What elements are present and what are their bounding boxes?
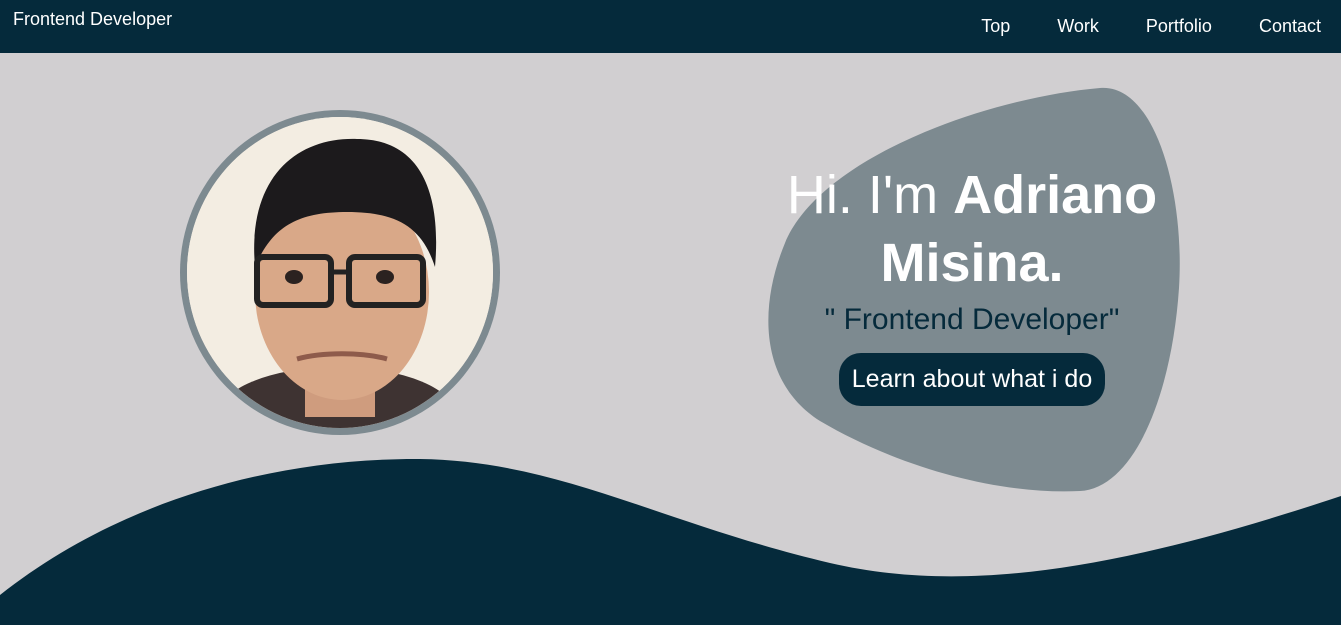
brand-link[interactable]: Frontend Developer — [13, 9, 172, 30]
nav-link-contact[interactable]: Contact — [1259, 16, 1321, 37]
nav-link-work[interactable]: Work — [1057, 16, 1099, 37]
hero-wave-shape — [0, 458, 1341, 625]
nav-link-top[interactable]: Top — [981, 16, 1010, 37]
nav-links: Top Work Portfolio Contact — [981, 0, 1341, 53]
hero-section: Hi. I'm Adriano Misina. " Frontend Devel… — [0, 53, 1341, 625]
navbar: Frontend Developer Top Work Portfolio Co… — [0, 0, 1341, 53]
nav-link-portfolio[interactable]: Portfolio — [1146, 16, 1212, 37]
